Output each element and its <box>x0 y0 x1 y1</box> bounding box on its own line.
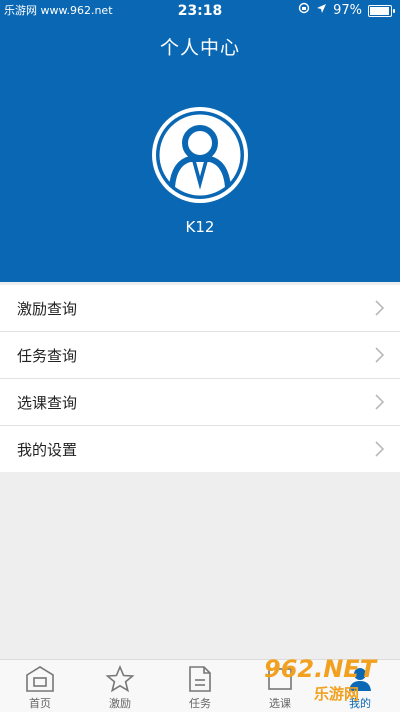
watermark-sub: 乐游网 <box>314 685 360 703</box>
location-icon <box>316 0 327 22</box>
chevron-right-icon <box>375 394 384 410</box>
menu-item-label: 我的设置 <box>17 440 78 459</box>
tab-label: 激励 <box>109 697 131 710</box>
menu-item-label: 激励查询 <box>17 299 78 318</box>
tab-home[interactable]: 首页 <box>0 660 80 712</box>
watermark-logo: 962.NET 乐游网 <box>264 655 396 705</box>
chevron-right-icon <box>375 347 384 363</box>
rotation-lock-icon <box>298 0 310 22</box>
menu-item-label: 任务查询 <box>17 346 78 365</box>
menu-item-settings[interactable]: 我的设置 <box>0 426 400 472</box>
watermark-brand: 962.NET <box>264 655 377 683</box>
menu-item-label: 选课查询 <box>17 393 78 412</box>
home-icon <box>26 666 54 692</box>
tab-task[interactable]: 任务 <box>160 660 240 712</box>
battery-icon <box>368 5 395 17</box>
page-title: 个人中心 <box>159 37 240 59</box>
document-icon <box>189 666 211 692</box>
menu-list: 激励查询 任务查询 选课查询 我的设置 <box>0 285 400 472</box>
profile-header: 乐游网 www.962.net 23:18 97% 个人中心 K12 <box>0 0 400 282</box>
avatar[interactable] <box>150 105 250 205</box>
menu-item-task[interactable]: 任务查询 <box>0 332 400 379</box>
username: K12 <box>185 218 215 236</box>
menu-item-course[interactable]: 选课查询 <box>0 379 400 426</box>
tab-incentive[interactable]: 激励 <box>80 660 160 712</box>
tab-label: 任务 <box>189 697 211 710</box>
status-bar: 乐游网 www.962.net 23:18 97% <box>0 0 400 22</box>
chevron-right-icon <box>375 441 384 457</box>
star-icon <box>105 665 135 693</box>
tab-label: 首页 <box>29 697 51 710</box>
menu-item-incentive[interactable]: 激励查询 <box>0 285 400 332</box>
status-right: 97% <box>298 0 395 22</box>
battery-percent: 97% <box>333 3 362 18</box>
chevron-right-icon <box>375 300 384 316</box>
user-avatar-icon <box>152 107 248 203</box>
